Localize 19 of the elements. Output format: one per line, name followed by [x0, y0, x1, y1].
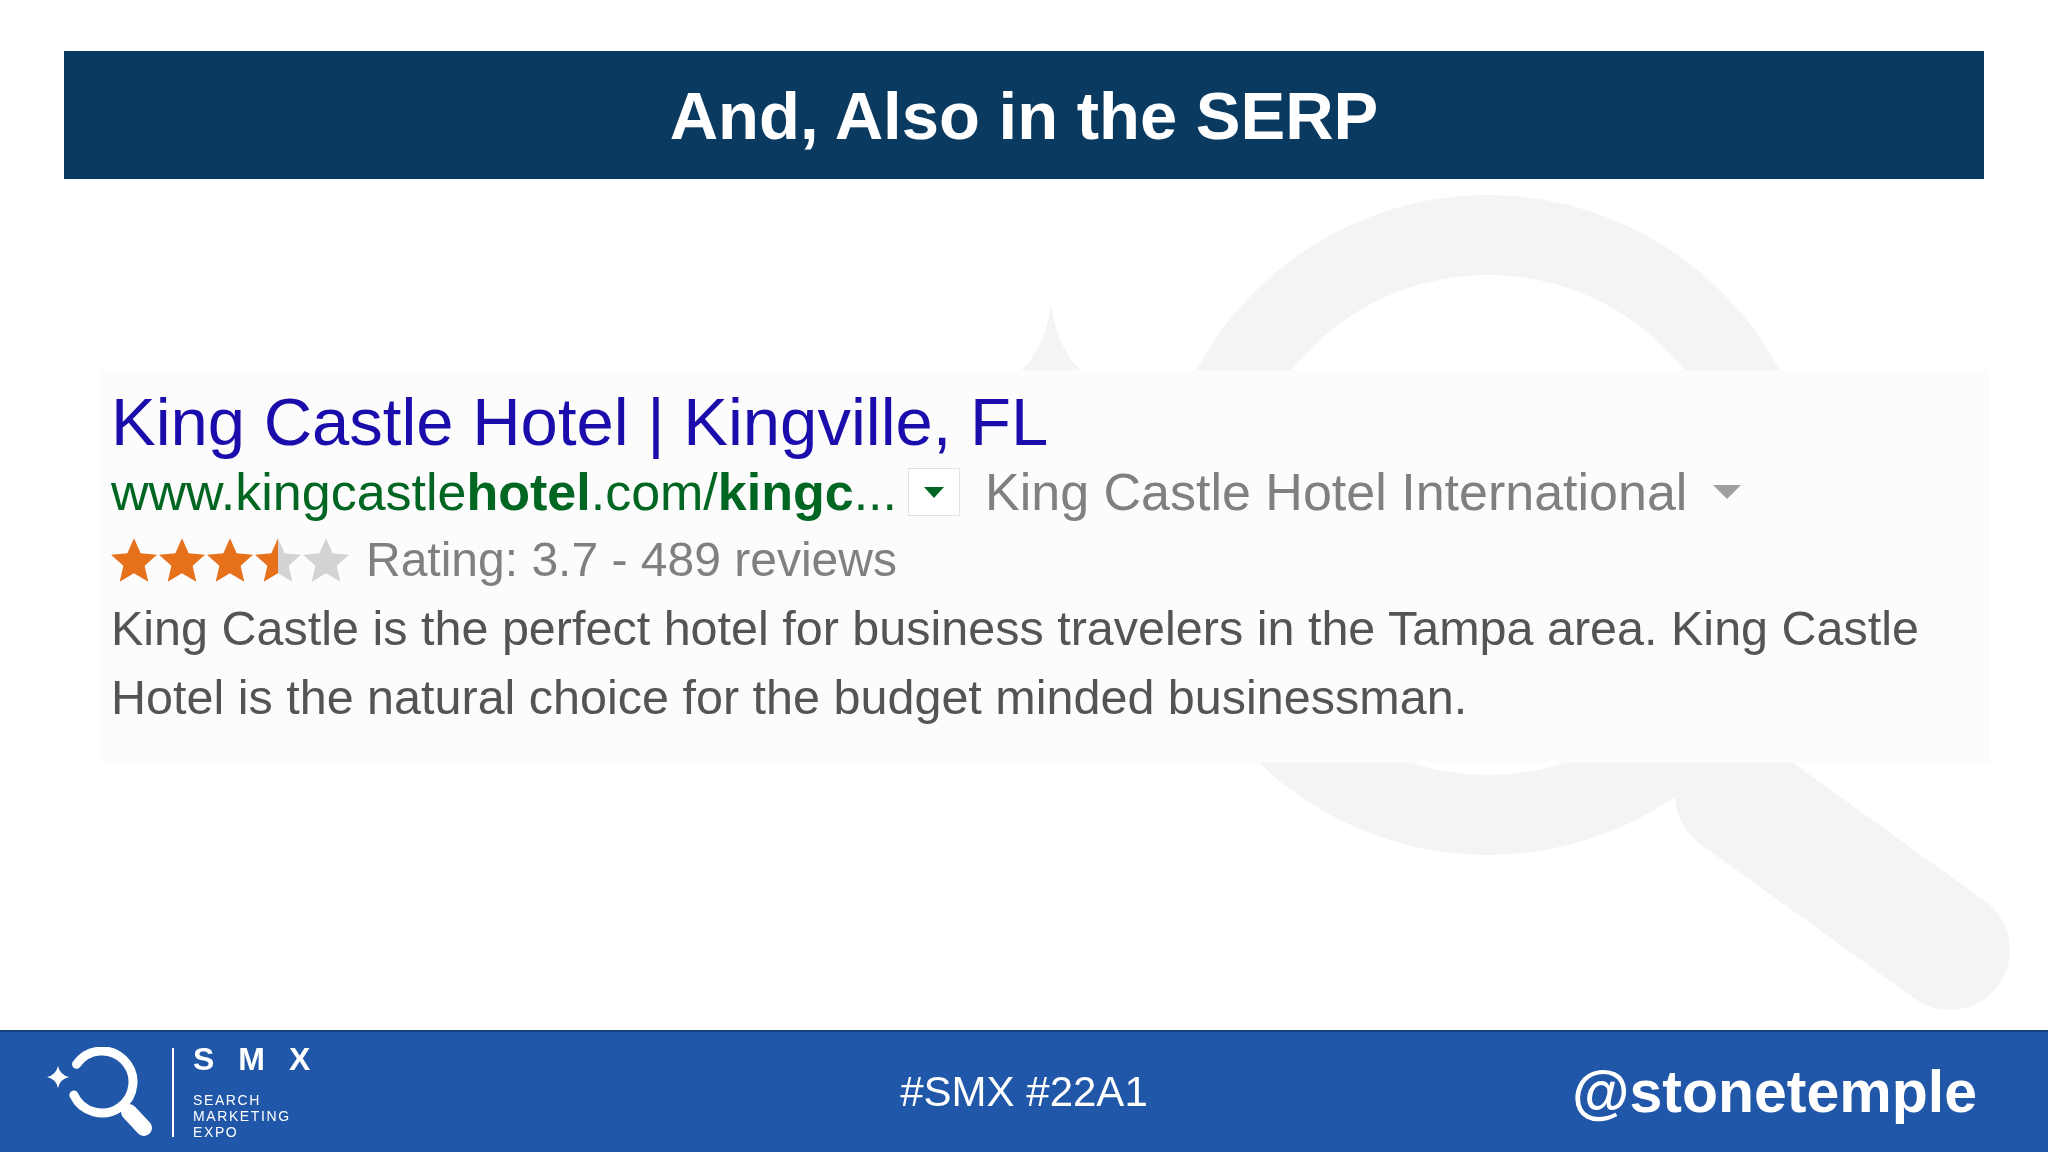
social-handle: @stonetemple [1571, 1058, 1978, 1126]
logo-tagline: SEARCH MARKETING EXPO [193, 1091, 291, 1140]
hashtags: #SMX #22A1 [900, 1068, 1148, 1116]
caret-icon [924, 486, 944, 498]
logo-wordmark: SMX [193, 1044, 335, 1073]
caret-icon[interactable] [1713, 485, 1742, 499]
star-icon [303, 538, 349, 582]
result-url: www.kingcastlehotel.com/kingc... [111, 462, 897, 522]
star-icon [111, 538, 157, 582]
result-title-link[interactable]: King Castle Hotel | Kingville, FL [111, 384, 1049, 460]
slide-title: And, Also in the SERP [669, 81, 1379, 149]
star-icon [207, 538, 253, 582]
star-icon [159, 538, 205, 582]
publisher-name: King Castle Hotel International [985, 462, 1688, 522]
magnifier-logo-icon [47, 1047, 153, 1137]
star-icon [255, 538, 301, 582]
url-menu-button[interactable] [908, 468, 960, 516]
result-description: King Castle is the perfect hotel for business travelers in the Tampa area. King Castle Hotel is the natural choice for the budget minded businessman. [111, 600, 1921, 726]
rating-text: Rating: 3.7 - 489 reviews [366, 532, 897, 588]
